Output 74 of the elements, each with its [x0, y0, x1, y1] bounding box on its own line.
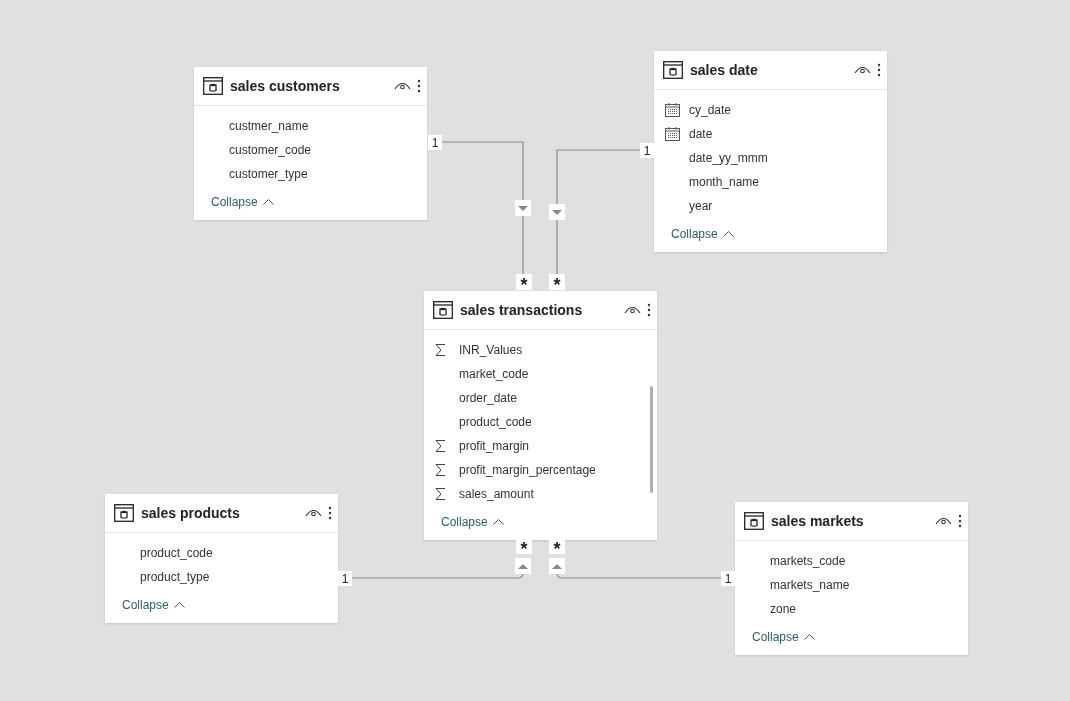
field-name[interactable]: date_yy_mmm: [689, 149, 768, 167]
chevron-up-icon: [262, 199, 274, 205]
calendar-icon: [665, 127, 680, 141]
field-name[interactable]: customer_code: [229, 141, 312, 159]
collapse-button[interactable]: Collapse: [122, 593, 185, 617]
collapse-button[interactable]: Collapse: [671, 222, 734, 246]
cardinality-label: *: [516, 274, 532, 290]
table-icon: [203, 77, 223, 95]
sigma-icon: [435, 343, 446, 357]
calendar-icon: [665, 103, 680, 117]
cardinality-label: *: [549, 274, 565, 290]
cardinality-label: 1: [721, 571, 735, 586]
field-name[interactable]: market_code: [459, 365, 529, 383]
triangle-up-icon: [515, 558, 531, 574]
table-card[interactable]: sales transactions INR_Values market_code order_date product_code profit_margin profit_margin_percentage sales_amount Collapse: [424, 291, 657, 540]
field-name[interactable]: markets_name: [770, 576, 850, 594]
field-name[interactable]: cy_date: [689, 101, 732, 119]
field-name[interactable]: product_code: [140, 544, 213, 562]
triangle-down-icon: [515, 200, 531, 216]
eye-icon[interactable]: [394, 81, 411, 91]
field-name[interactable]: year: [689, 197, 713, 215]
more-options-icon[interactable]: [328, 506, 332, 520]
collapse-button[interactable]: Collapse: [752, 625, 815, 649]
table-title: sales customers: [230, 76, 340, 96]
table-title: sales transactions: [460, 300, 583, 320]
table-card[interactable]: sales markets markets_code markets_name zone Collapse: [735, 502, 968, 655]
triangle-down-icon: [549, 204, 565, 220]
table-icon: [663, 61, 683, 79]
cardinality-label: *: [516, 538, 532, 554]
chevron-up-icon: [803, 634, 815, 640]
cardinality-label: 1: [338, 571, 352, 586]
more-options-icon[interactable]: [958, 514, 962, 528]
field-name[interactable]: date: [689, 125, 713, 143]
field-name[interactable]: customer_type: [229, 165, 308, 183]
table-title: sales date: [690, 60, 758, 80]
field-name[interactable]: product_type: [140, 568, 210, 586]
chevron-up-icon: [173, 602, 185, 608]
sigma-icon: [435, 439, 446, 453]
field-name[interactable]: markets_code: [770, 552, 846, 570]
more-options-icon[interactable]: [417, 79, 421, 93]
table-card[interactable]: sales customers custmer_name customer_code customer_type Collapse: [194, 67, 427, 220]
scrollbar[interactable]: [650, 386, 653, 493]
table-card[interactable]: sales products product_code product_type Collapse: [105, 494, 338, 623]
field-name[interactable]: order_date: [459, 389, 518, 407]
table-title: sales markets: [771, 511, 864, 531]
field-name[interactable]: profit_margin: [459, 437, 530, 455]
more-options-icon[interactable]: [647, 303, 651, 317]
field-name[interactable]: zone: [770, 600, 797, 618]
table-icon: [433, 301, 453, 319]
chevron-up-icon: [722, 231, 734, 237]
cardinality-label: 1: [428, 135, 442, 150]
chevron-up-icon: [492, 519, 504, 525]
field-name[interactable]: profit_margin_percentage: [459, 461, 596, 479]
cardinality-label: 1: [640, 143, 654, 158]
field-name[interactable]: month_name: [689, 173, 760, 191]
sigma-icon: [435, 463, 446, 477]
table-title: sales products: [141, 503, 240, 523]
eye-icon[interactable]: [854, 65, 871, 75]
cardinality-label: *: [549, 538, 565, 554]
field-name[interactable]: INR_Values: [459, 341, 523, 359]
triangle-up-icon: [549, 558, 565, 574]
field-name[interactable]: product_code: [459, 413, 532, 431]
more-options-icon[interactable]: [877, 63, 881, 77]
table-icon: [744, 512, 764, 530]
collapse-button[interactable]: Collapse: [441, 510, 504, 534]
eye-icon[interactable]: [624, 305, 641, 315]
eye-icon[interactable]: [305, 508, 322, 518]
table-icon: [114, 504, 134, 522]
field-name[interactable]: custmer_name: [229, 117, 309, 135]
sigma-icon: [435, 487, 446, 501]
field-name[interactable]: sales_amount: [459, 485, 534, 503]
eye-icon[interactable]: [935, 516, 952, 526]
table-card[interactable]: sales date cy_date date date_yy_mmm month_name year Collapse: [654, 51, 887, 252]
collapse-button[interactable]: Collapse: [211, 190, 274, 214]
